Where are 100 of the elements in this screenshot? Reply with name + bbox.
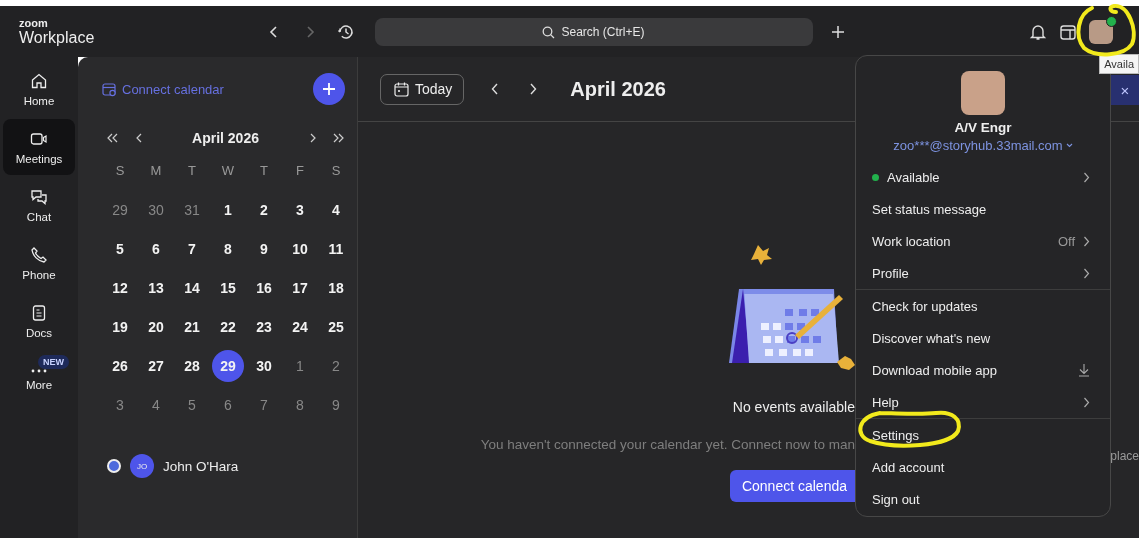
- chevron-right-icon: [1083, 267, 1090, 279]
- highlight-mark: [1076, 4, 1136, 57]
- calendar-day[interactable]: 30: [248, 349, 280, 382]
- weekday-label: T: [188, 163, 196, 178]
- calendar-day[interactable]: 15: [212, 271, 244, 304]
- menu-item[interactable]: Help: [856, 386, 1110, 418]
- calendar-day[interactable]: 10: [284, 232, 316, 265]
- close-button[interactable]: ×: [1120, 81, 1130, 99]
- plus-icon: [831, 24, 845, 39]
- calendar-day[interactable]: 29: [104, 193, 136, 226]
- menu-item[interactable]: Available: [856, 161, 1110, 193]
- next-year-button[interactable]: [331, 133, 345, 143]
- calendar-day[interactable]: 18: [320, 271, 352, 304]
- initials-avatar: JO: [130, 454, 154, 478]
- calendar-day[interactable]: 29: [212, 349, 244, 382]
- calendar-day[interactable]: 9: [320, 388, 352, 421]
- today-button[interactable]: Today: [380, 73, 465, 105]
- history-icon: [337, 22, 355, 41]
- chevron-right-icon: [308, 133, 316, 143]
- menu-item[interactable]: Set status message: [856, 193, 1110, 225]
- calendar-day[interactable]: 7: [176, 232, 208, 265]
- calendar-day[interactable]: 12: [104, 271, 136, 304]
- calendar-day[interactable]: 14: [176, 271, 208, 304]
- menu-item[interactable]: Work location Off: [856, 225, 1110, 257]
- calendar-day[interactable]: 22: [212, 310, 244, 343]
- calendar-day[interactable]: 7: [248, 388, 280, 421]
- nav-item[interactable]: Phone: [3, 235, 75, 291]
- calendar-day[interactable]: 27: [140, 349, 172, 382]
- weekday-label: S: [331, 163, 341, 178]
- chevron-left-icon: [135, 133, 143, 143]
- menu-item[interactable]: Sign out: [856, 483, 1110, 515]
- calendar-icon: [394, 81, 409, 97]
- chevron-right-icon: [529, 83, 538, 95]
- calendar-day[interactable]: 23: [248, 310, 280, 343]
- weekday-label: F: [296, 163, 304, 178]
- previous-year-button[interactable]: [106, 133, 120, 143]
- nav-item[interactable]: NEW More: [3, 351, 75, 407]
- menu-item[interactable]: Profile: [856, 257, 1110, 289]
- calendar-day[interactable]: 17: [284, 271, 316, 304]
- menu-item[interactable]: Check for updates: [856, 290, 1110, 322]
- menu-item[interactable]: Settings: [856, 419, 1110, 451]
- user-name: A/V Engr: [954, 120, 1012, 135]
- calendar-day[interactable]: 1: [284, 349, 316, 382]
- menu-item[interactable]: Add account: [856, 451, 1110, 483]
- calendar-day[interactable]: 5: [104, 232, 136, 265]
- calendar-day[interactable]: 5: [176, 388, 208, 421]
- calendar-day[interactable]: 3: [104, 388, 136, 421]
- search-field[interactable]: Search (Ctrl+E): [375, 17, 813, 46]
- month-title: April 2026: [191, 130, 260, 146]
- chevron-right-icon: [1083, 171, 1090, 183]
- new-event-button[interactable]: [313, 73, 345, 105]
- bell-icon: [1029, 22, 1047, 41]
- nav-item[interactable]: Docs: [3, 293, 75, 349]
- calendar-day[interactable]: 1: [212, 193, 244, 226]
- calendar-day[interactable]: 8: [284, 388, 316, 421]
- calendar-day[interactable]: 4: [140, 388, 172, 421]
- calendar-day[interactable]: 24: [284, 310, 316, 343]
- weekday-label: M: [150, 163, 162, 178]
- caret-icon: [1065, 143, 1073, 148]
- menu-item[interactable]: Download mobile app: [856, 354, 1110, 386]
- weekday-label: S: [115, 163, 125, 178]
- calendar-day[interactable]: 16: [248, 271, 280, 304]
- double-chevron-right-icon: [332, 133, 344, 143]
- status-tooltip: Availa: [1099, 54, 1139, 74]
- phone-icon: [30, 245, 48, 264]
- calendar-day[interactable]: 6: [140, 232, 172, 265]
- calendar-day[interactable]: 6: [212, 388, 244, 421]
- calendar-day[interactable]: 13: [140, 271, 172, 304]
- account-email-dropdown[interactable]: zoo***@storyhub.33mail.com: [893, 138, 1073, 153]
- nav-item[interactable]: Meetings: [3, 119, 75, 175]
- calendar-day[interactable]: 2: [248, 193, 280, 226]
- calendar-day[interactable]: 3: [284, 193, 316, 226]
- plus-icon: [322, 82, 336, 96]
- calendar-day[interactable]: 11: [320, 232, 352, 265]
- setting-value: Off: [1057, 233, 1075, 249]
- nav-item[interactable]: Chat: [3, 177, 75, 233]
- calendar-day[interactable]: 26: [104, 349, 136, 382]
- double-chevron-left-icon: [107, 133, 119, 143]
- home-icon: [30, 71, 48, 90]
- calendar-day[interactable]: 31: [176, 193, 208, 226]
- radio-button[interactable]: [107, 459, 121, 473]
- connect-calendar-button[interactable]: Connect calenda: [729, 470, 855, 502]
- calendar-day[interactable]: 9: [248, 232, 280, 265]
- calendar-day[interactable]: 2: [320, 349, 352, 382]
- calendar-link-icon: [102, 81, 117, 97]
- weekday-label: T: [260, 163, 268, 178]
- calendar-day[interactable]: 21: [176, 310, 208, 343]
- calendar-day[interactable]: 19: [104, 310, 136, 343]
- calendar-day[interactable]: 4: [320, 193, 352, 226]
- download-icon: [1078, 363, 1090, 377]
- calendar-day[interactable]: 8: [212, 232, 244, 265]
- calendar-icon: [1059, 22, 1077, 41]
- calendar-day[interactable]: 28: [176, 349, 208, 382]
- nav-item[interactable]: Home: [3, 61, 75, 117]
- menu-item[interactable]: Discover what's new: [856, 322, 1110, 354]
- chevron-right-icon: [305, 24, 315, 39]
- calendar-day[interactable]: 30: [140, 193, 172, 226]
- calendar-day[interactable]: 20: [140, 310, 172, 343]
- empty-state-message: place: [1110, 449, 1139, 463]
- calendar-day[interactable]: 25: [320, 310, 352, 343]
